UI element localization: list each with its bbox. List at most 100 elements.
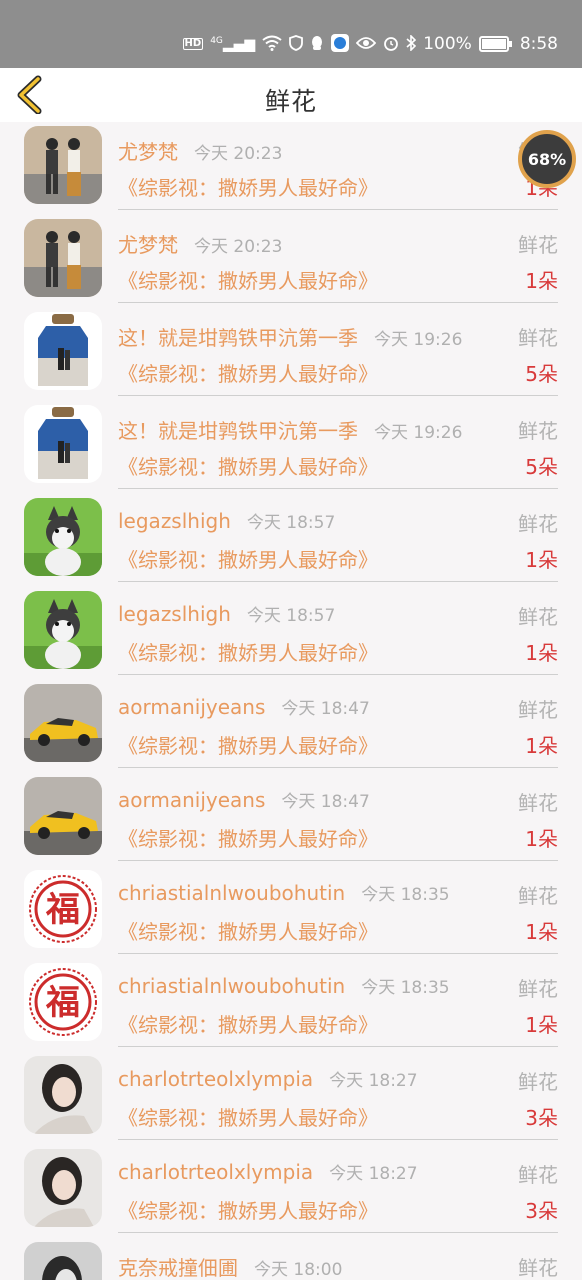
gift-type: 鲜花	[518, 326, 558, 350]
book-title[interactable]: 《综影视：撒娇男人最好命》	[118, 730, 378, 759]
list-item[interactable]: 克奈戒撞佃圃 今天 18:00 鲜花	[0, 1242, 582, 1280]
user-name-text: 克奈戒撞佃圃	[118, 1256, 238, 1280]
avatar[interactable]	[24, 1242, 102, 1280]
user-name[interactable]: chriastialnlwoubohutin 今天 18:35	[118, 973, 450, 998]
gift-count: 1朵	[525, 548, 558, 572]
user-name[interactable]: 这！就是坩鹑铁甲沆第一季 今天 19:26	[118, 415, 462, 444]
gift-type: 鲜花	[518, 1163, 558, 1187]
book-title[interactable]: 《综影视：撒娇男人最好命》	[118, 172, 378, 201]
avatar[interactable]: 福	[24, 870, 102, 948]
battery-fill	[481, 39, 506, 49]
book-title[interactable]: 《综影视：撒娇男人最好命》	[118, 916, 378, 945]
list-item[interactable]: 这！就是坩鹑铁甲沆第一季 今天 19:26 鲜花《综影视：撒娇男人最好命》 5朵	[0, 312, 582, 405]
avatar[interactable]	[24, 126, 102, 204]
list-item[interactable]: 福 chriastialnlwoubohutin 今天 18:35 鲜花 《综影视：撒娇…	[0, 963, 582, 1056]
book-title[interactable]: 《综影视：撒娇男人最好命》	[118, 451, 378, 480]
wifi-icon	[262, 35, 282, 54]
list-item[interactable]: legazslhigh 今天 18:57 鲜花 《综影视：撒娇男人最好命》 1朵	[0, 591, 582, 684]
gift-type: 鲜花	[518, 233, 558, 257]
record-content: aormanijyeans 今天 18:47 鲜花 《综影视：撒娇男人最好命》 1朵	[118, 777, 558, 861]
gift-type: 鲜花	[518, 698, 558, 722]
user-name[interactable]: charlotrteolxlympia 今天 18:27	[118, 1066, 418, 1091]
list-item[interactable]: aormanijyeans 今天 18:47 鲜花《综影视：撒娇男人最好命》 1朵	[0, 684, 582, 777]
avatar[interactable]	[24, 1056, 102, 1134]
gift-type: 鲜花	[518, 512, 558, 536]
gift-type: 鲜花	[518, 1256, 558, 1280]
avatar[interactable]	[24, 219, 102, 297]
user-name[interactable]: chriastialnlwoubohutin 今天 18:35	[118, 880, 450, 905]
floating-progress-badge[interactable]: 68%	[518, 130, 576, 188]
user-name[interactable]: 尤梦梵 今天 20:23	[118, 136, 282, 165]
page-title: 鲜花	[264, 87, 317, 116]
user-name[interactable]: aormanijyeans 今天 18:47	[118, 787, 370, 812]
status-icons: HD 4G▂▄▆ 100% 8:58	[182, 30, 558, 58]
user-name-text: legazslhigh	[118, 509, 231, 533]
gift-count: 1朵	[525, 827, 558, 851]
timestamp: 今天 18:27	[329, 1071, 418, 1091]
gift-count: 1朵	[525, 920, 558, 944]
avatar[interactable]	[24, 498, 102, 576]
avatar[interactable]	[24, 591, 102, 669]
user-name-text: legazslhigh	[118, 602, 231, 626]
record-content: aormanijyeans 今天 18:47 鲜花《综影视：撒娇男人最好命》 1朵	[118, 684, 558, 768]
timestamp: 今天 18:57	[246, 606, 336, 626]
record-content: chriastialnlwoubohutin 今天 18:35 鲜花 《综影视：撒娇男…	[118, 963, 558, 1047]
avatar[interactable]	[24, 312, 102, 390]
user-name-text: charlotrteolxlympia	[118, 1160, 314, 1184]
user-name[interactable]: 尤梦梵 今天 20:23	[118, 229, 282, 258]
record-content: charlotrteolxlympia 今天 18:27 鲜花《综影视：撒娇男人最好…	[118, 1056, 558, 1140]
book-title[interactable]: 《综影视：撒娇男人最好命》	[118, 1102, 378, 1131]
list-item[interactable]: aormanijyeans 今天 18:47 鲜花 《综影视：撒娇男人最好命》 1朵	[0, 777, 582, 870]
timestamp: 今天 18:47	[281, 792, 370, 812]
book-title[interactable]: 《综影视：撒娇男人最好命》	[118, 544, 378, 573]
svg-text:福: 福	[45, 983, 80, 1023]
avatar[interactable]	[24, 405, 102, 483]
book-title[interactable]: 《综影视：撒娇男人最好命》	[118, 358, 378, 387]
gift-count: 3朵	[525, 1199, 558, 1223]
record-content: 克奈戒撞佃圃 今天 18:00 鲜花	[118, 1242, 558, 1280]
list-item[interactable]: charlotrteolxlympia 今天 18:27 鲜花《综影视：撒娇男人最好…	[0, 1149, 582, 1242]
list-item[interactable]: charlotrteolxlympia 今天 18:27 鲜花《综影视：撒娇男人最好…	[0, 1056, 582, 1149]
book-title[interactable]: 《综影视：撒娇男人最好命》	[118, 1195, 378, 1224]
network-type: 4G	[210, 35, 223, 46]
list-item[interactable]: 福 chriastialnlwoubohutin 今天 18:35 鲜花 《综影视：撒娇…	[0, 870, 582, 963]
timestamp: 今天 18:57	[246, 513, 336, 533]
book-title[interactable]: 《综影视：撒娇男人最好命》	[118, 265, 378, 294]
record-content: charlotrteolxlympia 今天 18:27 鲜花《综影视：撒娇男人最好…	[118, 1149, 558, 1233]
list-item[interactable]: legazslhigh 今天 18:57 鲜花《综影视：撒娇男人最好命》 1朵	[0, 498, 582, 591]
record-content: 这！就是坩鹑铁甲沆第一季 今天 19:26 鲜花 《综影视：撒娇男人最好命》 5朵	[118, 405, 558, 489]
book-title[interactable]: 《综影视：撒娇男人最好命》	[118, 823, 378, 852]
user-name-text: charlotrteolxlympia	[118, 1067, 314, 1091]
user-name[interactable]: 这！就是坩鹑铁甲沆第一季 今天 19:26	[118, 322, 462, 351]
gift-count: 1朵	[525, 734, 558, 758]
user-name[interactable]: aormanijyeans 今天 18:47	[118, 694, 370, 719]
avatar[interactable]	[24, 684, 102, 762]
bluetooth-icon	[406, 33, 417, 54]
user-name[interactable]: legazslhigh 今天 18:57	[118, 508, 335, 533]
user-name[interactable]: 克奈戒撞佃圃 今天 18:00	[118, 1252, 342, 1280]
timestamp: 今天 20:23	[194, 144, 283, 164]
avatar[interactable]	[24, 1149, 102, 1227]
user-name[interactable]: legazslhigh 今天 18:57	[118, 601, 335, 626]
header: 鲜花	[0, 68, 582, 122]
list-item[interactable]: 这！就是坩鹑铁甲沆第一季 今天 19:26 鲜花 《综影视：撒娇男人最好命》 5朵	[0, 405, 582, 498]
avatar[interactable]	[24, 777, 102, 855]
book-title[interactable]: 《综影视：撒娇男人最好命》	[118, 1009, 378, 1038]
gift-type: 鲜花	[518, 605, 558, 629]
list-item[interactable]: 尤梦梵今天 20:23鲜花《综影视：撒娇男人最好命》1朵	[0, 219, 582, 312]
gift-count: 5朵	[525, 455, 558, 479]
user-name[interactable]: charlotrteolxlympia 今天 18:27	[118, 1159, 418, 1184]
hd-indicator: HD	[182, 38, 204, 50]
timestamp: 今天 18:00	[254, 1260, 343, 1280]
user-name-text: 这！就是坩鹑铁甲沆第一季	[118, 326, 358, 350]
avatar[interactable]: 福	[24, 963, 102, 1041]
list-item[interactable]: 尤梦梵今天 20:23鲜花《综影视：撒娇男人最好命》1朵	[0, 126, 582, 219]
record-content: 尤梦梵今天 20:23 鲜花《综影视：撒娇男人最好命》 1朵	[118, 219, 558, 303]
gift-type: 鲜花	[518, 1070, 558, 1094]
qq-icon	[310, 35, 324, 54]
user-name-text: chriastialnlwoubohutin	[118, 974, 346, 998]
gift-count: 5朵	[525, 362, 558, 386]
user-name-text: aormanijyeans	[118, 695, 266, 719]
gift-count: 3朵	[525, 1106, 558, 1130]
book-title[interactable]: 《综影视：撒娇男人最好命》	[118, 637, 378, 666]
